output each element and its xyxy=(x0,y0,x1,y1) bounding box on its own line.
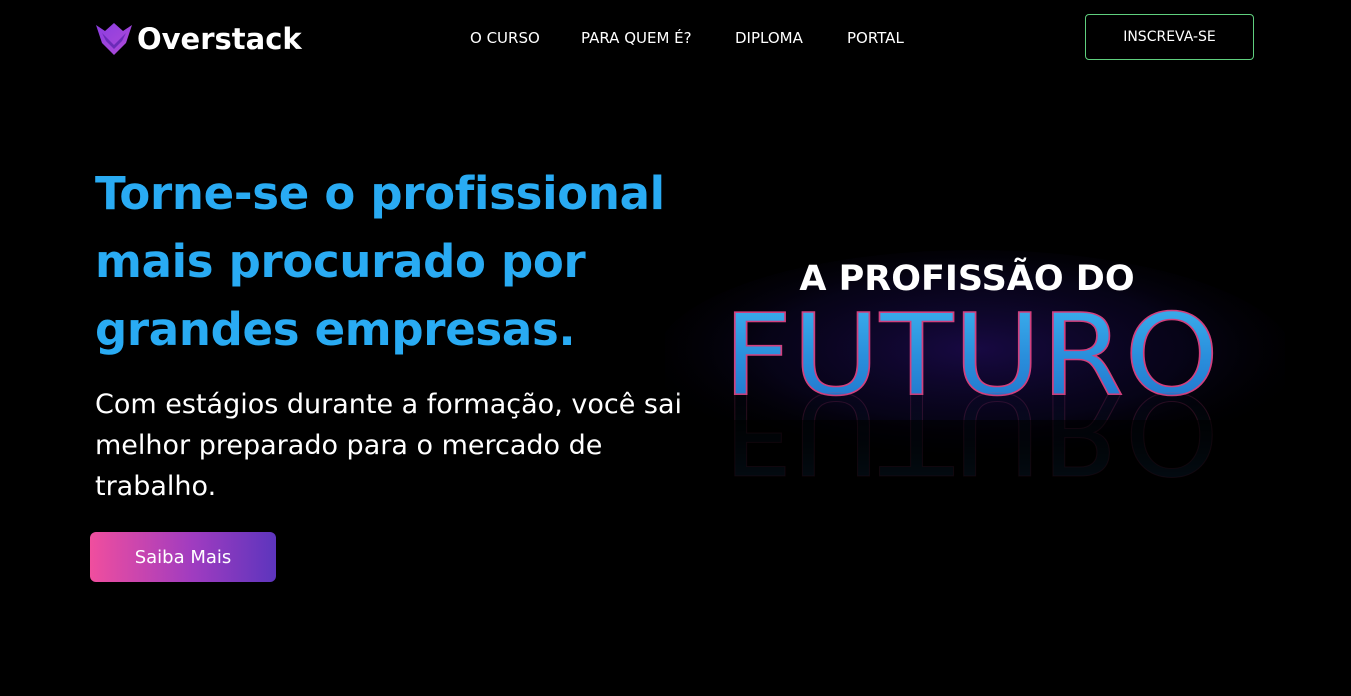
brand-name: Overstack xyxy=(137,22,302,56)
promo-banner: A PROFISSÃO DO FUTURO FUTURO xyxy=(665,240,1285,480)
landing-page: Overstack O CURSO PARA QUEM É? DIPLOMA P… xyxy=(0,0,1351,696)
promo-graphic: A PROFISSÃO DO FUTURO FUTURO xyxy=(665,250,1285,480)
nav-link-diploma[interactable]: DIPLOMA xyxy=(735,28,803,48)
hero-title: Torne-se o profissional mais procurado p… xyxy=(95,167,665,356)
signup-button[interactable]: INSCREVA-SE xyxy=(1085,14,1254,60)
hero-subtitle: Com estágios durante a formação, você sa… xyxy=(95,389,683,502)
learn-more-button[interactable]: Saiba Mais xyxy=(90,532,276,582)
nav-link-o-curso[interactable]: O CURSO xyxy=(470,28,540,48)
fox-logo-icon xyxy=(96,23,132,55)
brand-logo-link[interactable]: Overstack xyxy=(96,22,302,56)
site-header: Overstack O CURSO PARA QUEM É? DIPLOMA P… xyxy=(0,0,1351,76)
nav-link-portal[interactable]: PORTAL xyxy=(847,28,904,48)
nav-link-para-quem[interactable]: PARA QUEM É? xyxy=(581,28,692,48)
